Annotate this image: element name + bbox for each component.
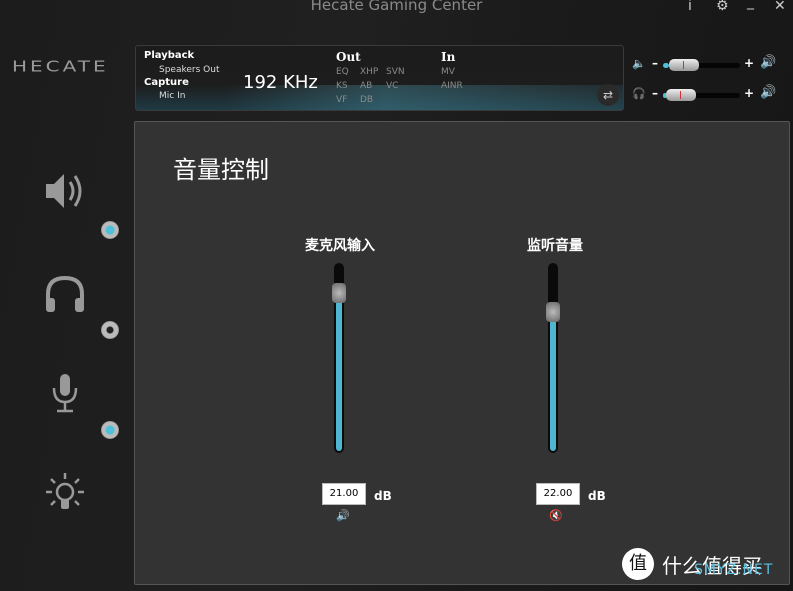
in-tag: AINR: [441, 81, 463, 91]
minimize-button[interactable]: _: [747, 0, 754, 10]
headphone-icon: 🎧: [632, 87, 646, 100]
settings-button[interactable]: ⚙: [716, 0, 729, 14]
microphone-icon: [52, 374, 78, 413]
out-tag: EQ: [336, 67, 349, 77]
volume-up-button[interactable]: +: [744, 86, 754, 100]
out-tag: VF: [336, 95, 348, 105]
out-tag: KS: [336, 81, 348, 91]
in-tag: MV: [441, 67, 455, 77]
volume-down-button[interactable]: –: [652, 56, 658, 70]
mic-input-label: 麦克风输入: [305, 238, 375, 254]
lightbulb-icon: [46, 473, 84, 509]
status-panel: Playback Speakers Out Capture Mic In 192…: [135, 45, 624, 111]
muted-speaker-icon[interactable]: 🔇: [549, 509, 563, 522]
capture-label: Capture: [144, 77, 189, 88]
volume-control-panel: 音量控制 麦克风输入 21.00 dB 🔊 监听音量 22.00 dB 🔇: [134, 121, 790, 585]
out-tag: VC: [386, 81, 399, 91]
capture-device: Mic In: [159, 91, 186, 101]
mic-input-slider[interactable]: [332, 263, 346, 453]
swap-icon: ⇄: [602, 88, 614, 102]
monitor-volume-thumb[interactable]: [546, 301, 560, 322]
gear-icon: ⚙: [716, 0, 729, 14]
headphone-volume-slider[interactable]: [663, 89, 740, 101]
headphone-icon: [46, 275, 84, 312]
unmuted-speaker-icon[interactable]: 🔊: [336, 509, 350, 522]
speaker-volume-row: 🔈 – + 🔊: [632, 55, 782, 73]
swap-button[interactable]: ⇄: [597, 84, 619, 106]
playback-label: Playback: [144, 50, 195, 61]
speaker-loud-icon: 🔊: [760, 85, 777, 100]
monitor-volume-label: 监听音量: [527, 238, 583, 254]
mic-input-thumb[interactable]: [332, 282, 346, 303]
headphone-status-dot: [101, 321, 119, 339]
volume-down-button[interactable]: –: [652, 86, 658, 100]
out-tag: SVN: [386, 67, 405, 77]
close-button[interactable]: ✕: [774, 0, 786, 14]
sidebar-item-headphone[interactable]: [40, 270, 95, 320]
microphone-status-dot: [101, 421, 119, 439]
mic-input-db-field[interactable]: 21.00: [322, 483, 366, 505]
watermark-subtext: SMYZ.NET: [694, 562, 774, 578]
out-tag: DB: [360, 95, 374, 105]
monitor-volume-db-field[interactable]: 22.00: [536, 483, 580, 505]
mic-input-db-unit: dB: [374, 489, 392, 503]
speaker-volume-slider[interactable]: [663, 59, 740, 71]
speaker-icon: 🔈: [632, 57, 646, 70]
speaker-loud-icon: 🔊: [760, 55, 777, 70]
page-title: 音量控制: [173, 156, 269, 184]
hecate-logo: HECATE: [12, 57, 109, 75]
speaker-status-dot: [101, 221, 119, 239]
speaker-icon: [46, 174, 82, 208]
headphone-volume-thumb[interactable]: [666, 89, 696, 101]
monitor-volume-slider[interactable]: [546, 263, 560, 453]
sidebar-item-lighting[interactable]: [40, 470, 95, 520]
sidebar-item-microphone[interactable]: [40, 370, 95, 420]
out-tag: XHP: [360, 67, 379, 77]
in-label: In: [441, 50, 456, 64]
window-title: Hecate Gaming Center: [310, 0, 483, 14]
volume-up-button[interactable]: +: [744, 56, 754, 70]
out-label: Out: [336, 50, 361, 64]
monitor-volume-db-unit: dB: [588, 489, 606, 503]
headphone-volume-row: 🎧 – + 🔊: [632, 85, 782, 103]
sidebar-item-speaker[interactable]: [40, 166, 95, 216]
monitor-volume-fill: [550, 311, 556, 451]
info-button[interactable]: i: [688, 0, 692, 14]
speaker-volume-thumb[interactable]: [669, 59, 699, 71]
out-tag: AB: [360, 81, 373, 91]
mic-input-fill: [336, 292, 342, 451]
playback-device: Speakers Out: [159, 65, 220, 75]
sample-rate: 192 KHz: [243, 72, 318, 93]
watermark-badge: 值: [622, 548, 654, 580]
